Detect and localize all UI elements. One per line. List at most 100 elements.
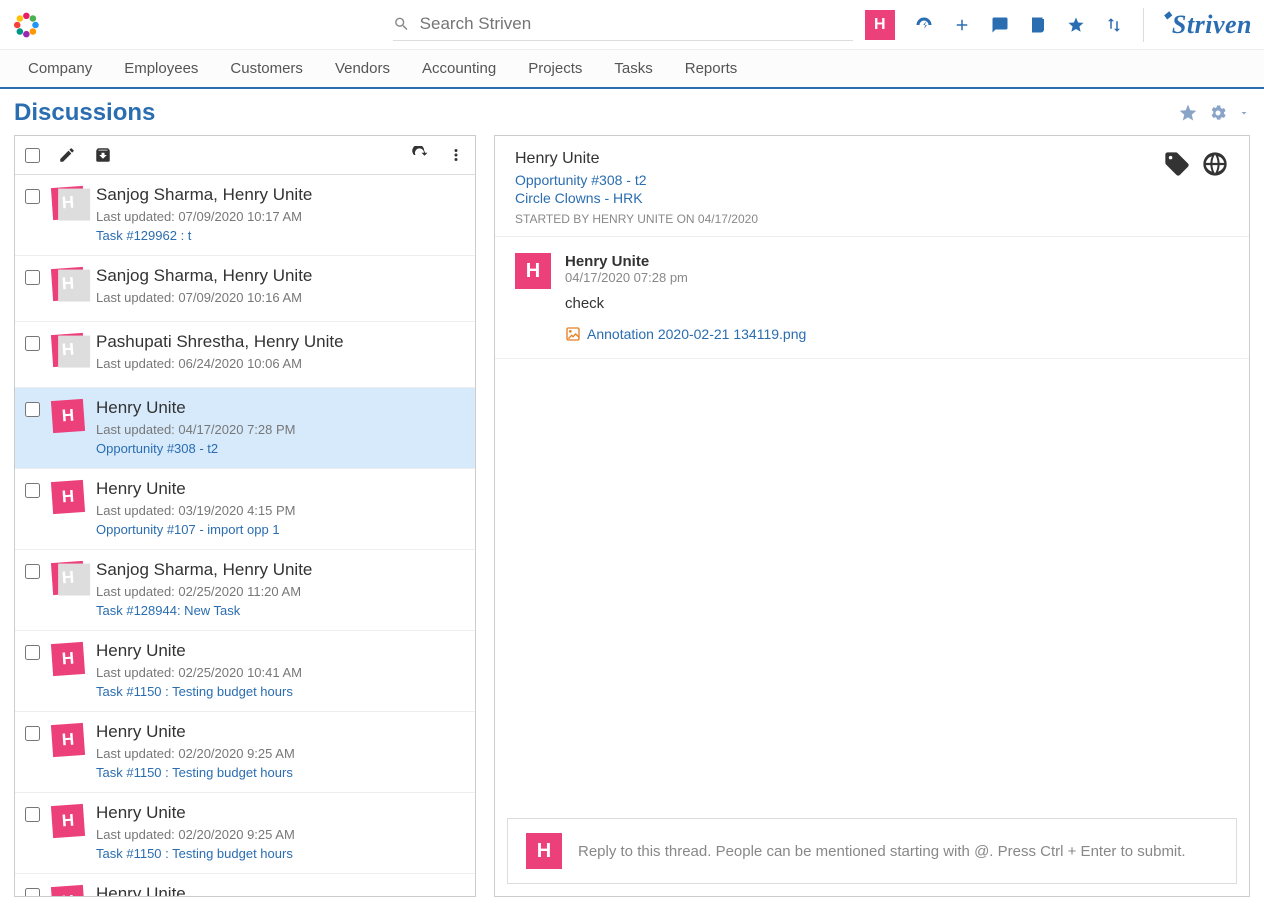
thread-participants: Pashupati Shrestha, Henry Unite <box>96 332 465 352</box>
top-icons: H ◆Striven <box>865 8 1252 42</box>
thread-link[interactable]: Opportunity #308 - t2 <box>96 441 465 456</box>
thread-avatar: H <box>51 399 85 433</box>
gear-icon[interactable] <box>1208 103 1228 123</box>
thread-participants: Henry Unite <box>96 398 465 418</box>
detail-opportunity-link[interactable]: Opportunity #308 - t2 <box>515 172 1229 188</box>
thread-updated: Last updated: 03/19/2020 4:15 PM <box>96 503 465 518</box>
top-divider <box>1143 8 1144 42</box>
thread-participants: Sanjog Sharma, Henry Unite <box>96 185 465 205</box>
message-text: check <box>565 295 806 312</box>
detail-started: STARTED BY HENRY UNITE ON 04/17/2020 <box>515 212 1229 226</box>
detail-customer-link[interactable]: Circle Clowns - HRK <box>515 190 1229 206</box>
detail-header: Henry Unite Opportunity #308 - t2 Circle… <box>495 136 1249 237</box>
thread-checkbox[interactable] <box>25 726 40 741</box>
thread-item[interactable]: H Sanjog Sharma, Henry Unite Last update… <box>15 256 475 322</box>
select-all-checkbox[interactable] <box>25 148 40 163</box>
thread-link[interactable]: Task #128944: New Task <box>96 603 465 618</box>
news-icon[interactable] <box>1029 16 1047 34</box>
plus-icon[interactable] <box>953 16 971 34</box>
thread-avatar: H <box>51 333 85 367</box>
thread-link[interactable]: Opportunity #107 - import opp 1 <box>96 522 465 537</box>
thread-item[interactable]: H Henry Unite Last updated: 02/20/2020 9… <box>15 712 475 793</box>
thread-participants: Sanjog Sharma, Henry Unite <box>96 266 465 286</box>
thread-updated: Last updated: 02/25/2020 11:20 AM <box>96 584 465 599</box>
thread-scroll[interactable]: H Sanjog Sharma, Henry Unite Last update… <box>15 175 475 896</box>
image-icon <box>565 326 581 342</box>
menu-company[interactable]: Company <box>28 60 92 77</box>
thread-link[interactable]: Task #1150 : Testing budget hours <box>96 846 465 861</box>
detail-name: Henry Unite <box>515 150 1229 168</box>
message-avatar: H <box>515 253 551 289</box>
thread-updated: Last updated: 02/20/2020 9:25 AM <box>96 746 465 761</box>
user-avatar[interactable]: H <box>865 10 895 40</box>
thread-avatar: H <box>51 642 85 676</box>
thread-updated: Last updated: 06/24/2020 10:06 AM <box>96 356 465 371</box>
menu-customers[interactable]: Customers <box>230 60 303 77</box>
reply-box[interactable]: H Reply to this thread. People can be me… <box>507 818 1237 884</box>
thread-participants: Henry Unite <box>96 641 465 661</box>
thread-checkbox[interactable] <box>25 645 40 660</box>
thread-item[interactable]: H Henry Unite Last updated: 03/19/2020 4… <box>15 469 475 550</box>
sort-icon[interactable] <box>1105 16 1123 34</box>
edit-icon[interactable] <box>58 146 76 164</box>
menu-tasks[interactable]: Tasks <box>614 60 652 77</box>
more-icon[interactable] <box>447 146 465 164</box>
thread-participants: Henry Unite <box>96 479 465 499</box>
thread-checkbox[interactable] <box>25 888 40 896</box>
thread-item[interactable]: H Sanjog Sharma, Henry Unite Last update… <box>15 175 475 256</box>
archive-icon[interactable] <box>94 146 112 164</box>
thread-avatar: H <box>51 804 85 838</box>
thread-checkbox[interactable] <box>25 807 40 822</box>
menu-projects[interactable]: Projects <box>528 60 582 77</box>
thread-participants: Henry Unite <box>96 803 465 823</box>
thread-checkbox[interactable] <box>25 336 40 351</box>
message-author: Henry Unite <box>565 253 806 270</box>
thread-avatar: H <box>51 885 85 896</box>
thread-avatar: H <box>51 561 85 595</box>
thread-avatar: H <box>51 723 85 757</box>
thread-participants: Henry Unite <box>96 884 465 896</box>
menu-accounting[interactable]: Accounting <box>422 60 496 77</box>
chevron-down-icon[interactable] <box>1238 107 1250 119</box>
thread-item[interactable]: H Henry Unite <box>15 874 475 896</box>
thread-updated: Last updated: 02/25/2020 10:41 AM <box>96 665 465 680</box>
thread-item[interactable]: H Henry Unite Last updated: 02/25/2020 1… <box>15 631 475 712</box>
thread-toolbar <box>15 136 475 175</box>
favorite-icon[interactable] <box>1178 103 1198 123</box>
thread-checkbox[interactable] <box>25 270 40 285</box>
thread-checkbox[interactable] <box>25 402 40 417</box>
message-attachment[interactable]: Annotation 2020-02-21 134119.png <box>565 326 806 342</box>
thread-avatar: H <box>51 186 85 220</box>
menu-employees[interactable]: Employees <box>124 60 198 77</box>
menu-reports[interactable]: Reports <box>685 60 738 77</box>
thread-checkbox[interactable] <box>25 564 40 579</box>
menu-vendors[interactable]: Vendors <box>335 60 390 77</box>
search-input[interactable] <box>420 8 853 40</box>
thread-item[interactable]: H Henry Unite Last updated: 02/20/2020 9… <box>15 793 475 874</box>
thread-item[interactable]: H Henry Unite Last updated: 04/17/2020 7… <box>15 388 475 469</box>
chat-icon[interactable] <box>991 16 1009 34</box>
reply-placeholder: Reply to this thread. People can be ment… <box>578 843 1186 860</box>
thread-detail-panel: Henry Unite Opportunity #308 - t2 Circle… <box>494 135 1250 897</box>
search-box[interactable] <box>393 8 853 41</box>
thread-checkbox[interactable] <box>25 483 40 498</box>
refresh-icon[interactable] <box>411 146 429 164</box>
message: H Henry Unite 04/17/2020 07:28 pm check … <box>495 237 1249 359</box>
thread-item[interactable]: H Pashupati Shrestha, Henry Unite Last u… <box>15 322 475 388</box>
thread-updated: Last updated: 07/09/2020 10:16 AM <box>96 290 465 305</box>
thread-participants: Henry Unite <box>96 722 465 742</box>
brand-logo[interactable]: ◆Striven <box>1164 10 1252 40</box>
tag-icon[interactable] <box>1163 150 1191 178</box>
thread-updated: Last updated: 07/09/2020 10:17 AM <box>96 209 465 224</box>
dashboard-icon[interactable] <box>915 16 933 34</box>
thread-link[interactable]: Task #129962 : t <box>96 228 465 243</box>
topbar: H ◆Striven <box>0 0 1264 50</box>
globe-icon[interactable] <box>1201 150 1229 178</box>
app-logo[interactable] <box>12 3 41 47</box>
thread-checkbox[interactable] <box>25 189 40 204</box>
thread-link[interactable]: Task #1150 : Testing budget hours <box>96 765 465 780</box>
page-title: Discussions <box>14 99 155 127</box>
thread-item[interactable]: H Sanjog Sharma, Henry Unite Last update… <box>15 550 475 631</box>
star-icon[interactable] <box>1067 16 1085 34</box>
thread-link[interactable]: Task #1150 : Testing budget hours <box>96 684 465 699</box>
